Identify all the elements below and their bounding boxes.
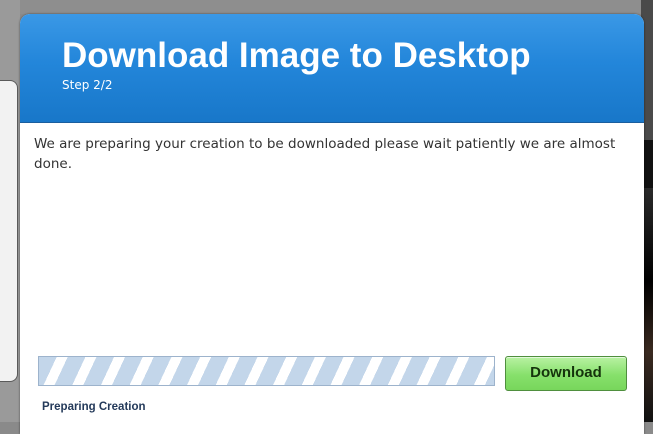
dialog-header: Download Image to Desktop Step 2/2 (20, 14, 644, 123)
download-dialog: Download Image to Desktop Step 2/2 We ar… (20, 14, 644, 434)
dialog-title: Download Image to Desktop (62, 36, 531, 75)
download-button[interactable]: Download (505, 356, 627, 391)
dialog-message: We are preparing your creation to be dow… (34, 136, 616, 172)
progress-bar-fill (39, 357, 494, 385)
background-panel (0, 80, 18, 382)
background-top (0, 0, 653, 14)
download-button-label: Download (530, 364, 602, 381)
status-text: Preparing Creation (42, 401, 146, 413)
step-indicator: Step 2/2 (62, 78, 113, 92)
progress-bar (38, 356, 495, 386)
